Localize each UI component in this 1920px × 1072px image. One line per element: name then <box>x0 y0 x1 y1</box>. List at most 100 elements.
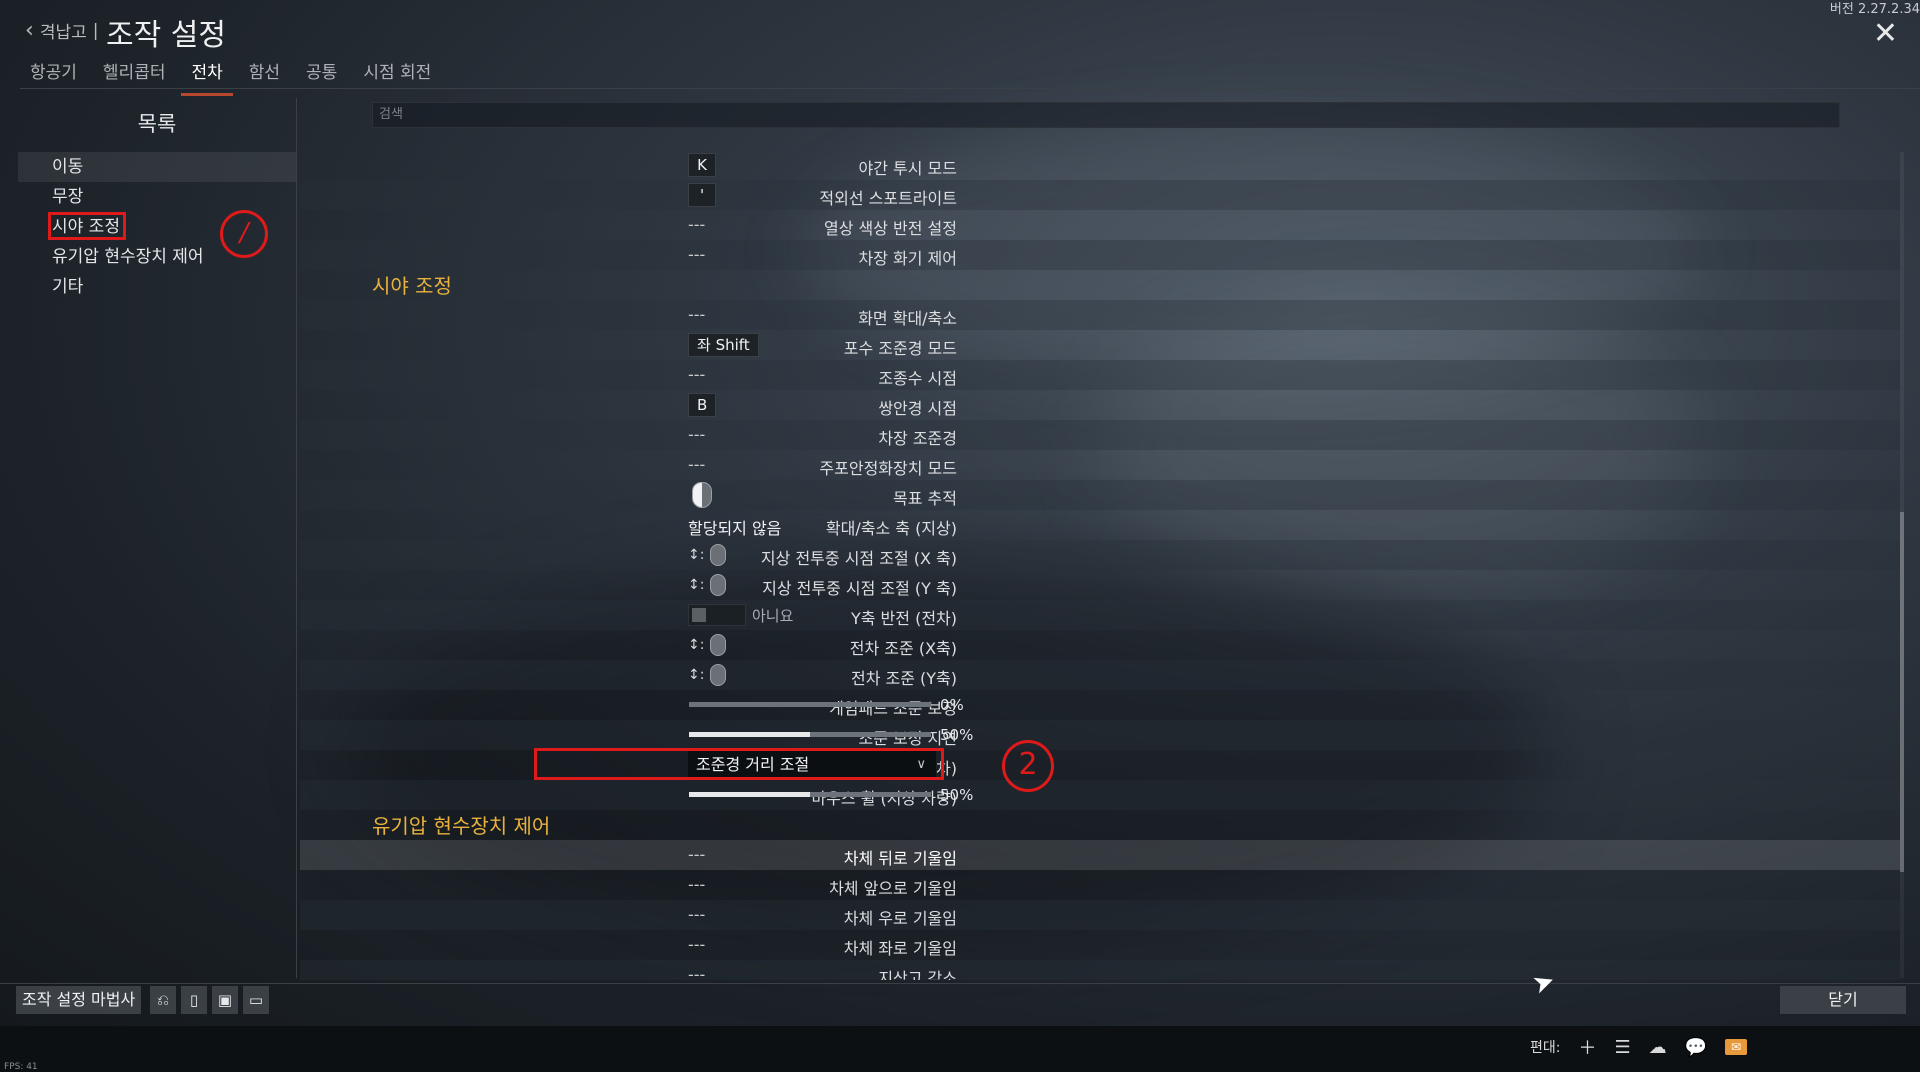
setting-row[interactable]: 차장 화기 제어 --- <box>300 240 1900 270</box>
axis-binding[interactable]: ↕: <box>688 634 727 656</box>
setting-row[interactable]: 확대/축소 축 (지상) 할당되지 않음 <box>300 510 1900 540</box>
open-folder-icon[interactable]: ▭ <box>243 986 269 1014</box>
setting-value[interactable]: --- <box>688 455 705 474</box>
gamepad-aim-slider[interactable] <box>689 702 931 707</box>
axis-binding[interactable]: ↕: <box>688 574 727 596</box>
setting-label: 마우스 휠 (지상 차량) <box>811 789 957 808</box>
setting-value[interactable]: --- <box>688 245 705 264</box>
setting-value[interactable]: --- <box>688 845 705 864</box>
mail-icon[interactable]: ✉ <box>1725 1039 1748 1055</box>
setting-row[interactable]: 목표 추적 <box>300 480 1900 510</box>
setting-label: 차체 우로 기울임 <box>843 909 957 928</box>
invert-y-toggle[interactable] <box>688 604 746 626</box>
back-label: 격납고 <box>39 23 87 43</box>
aim-delay-slider[interactable] <box>689 732 931 737</box>
setting-value[interactable]: --- <box>688 965 705 980</box>
setting-label: Y축 반전 (전차) <box>850 609 957 628</box>
setting-row[interactable]: 조종수 시점 --- <box>300 360 1900 390</box>
setting-label: 화면 확대/축소 <box>858 309 957 328</box>
setting-label: 조종수 시점 <box>878 369 957 388</box>
setting-label: 주포안정화장치 모드 <box>819 459 957 478</box>
setting-row[interactable]: 지상 전투중 시점 조절 (X 축) ↕: <box>300 540 1900 570</box>
setting-value[interactable]: --- <box>688 905 705 924</box>
tab-tank[interactable]: 전차 <box>181 56 233 96</box>
scrollbar[interactable] <box>1900 152 1904 978</box>
setting-row[interactable]: Y축 반전 (전차) 아니요 <box>300 600 1900 630</box>
setting-row[interactable]: 전차 조준 (Y축) ↕: <box>300 660 1900 690</box>
setting-label: 확대/축소 축 (지상) <box>825 519 957 538</box>
sidebar-item-other[interactable]: 기타 <box>18 272 296 302</box>
setting-row[interactable]: 차체 뒤로 기울임 --- <box>300 840 1900 870</box>
back-button[interactable]: ‹ 격납고 | <box>25 18 98 43</box>
new-file-icon[interactable]: ▯ <box>181 986 207 1014</box>
setting-label: 지상 전투중 시점 조절 (X 축) <box>760 549 957 568</box>
setting-row[interactable]: 차장 조준경 --- <box>300 420 1900 450</box>
setting-row[interactable]: 마우스 휠 (지상 차량) 50% <box>300 780 1900 810</box>
setting-value[interactable]: --- <box>688 305 705 324</box>
key-binding[interactable]: 좌 Shift <box>688 333 759 357</box>
setting-row[interactable]: 마우스 휠 (전차) 조준경 거리 조절 ∨ <box>300 748 1900 780</box>
tab-common[interactable]: 공통 <box>296 56 347 96</box>
setting-label: 게임패드 조준 보정 <box>829 699 957 718</box>
setting-row[interactable]: 야간 투시 모드 K <box>300 150 1900 180</box>
setting-row[interactable]: 차체 앞으로 기울임 --- <box>300 870 1900 900</box>
toggle-label: 아니요 <box>752 607 794 625</box>
setting-value[interactable]: --- <box>688 875 705 894</box>
setting-row[interactable]: 쌍안경 시점 B <box>300 390 1900 420</box>
axis-text: ↕: <box>688 637 705 653</box>
setting-label: 쌍안경 시점 <box>878 399 957 418</box>
search-input[interactable]: 검색 <box>372 102 1840 128</box>
close-button[interactable]: 닫기 <box>1780 986 1906 1014</box>
reset-icon[interactable]: ⎌ <box>150 986 176 1014</box>
friends-icon[interactable]: ☁ <box>1649 1037 1667 1058</box>
setting-value[interactable]: 할당되지 않음 <box>688 515 781 539</box>
save-icon[interactable]: ▣ <box>212 986 238 1014</box>
setting-row[interactable]: 열상 색상 반전 설정 --- <box>300 210 1900 240</box>
tab-view-rotation[interactable]: 시점 회전 <box>353 56 441 96</box>
setting-value[interactable]: --- <box>688 215 705 234</box>
sidebar-item-armament[interactable]: 무장 <box>18 182 296 212</box>
sidebar-item-movement[interactable]: 이동 <box>18 152 296 182</box>
setting-label: 지상고 감소 <box>878 969 957 980</box>
controls-wizard-button[interactable]: 조작 설정 마법사 <box>16 986 142 1014</box>
close-icon[interactable]: ✕ <box>1873 16 1898 51</box>
setting-row[interactable]: 지상 전투중 시점 조절 (Y 축) ↕: <box>300 570 1900 600</box>
axis-text: ↕: <box>688 667 705 683</box>
setting-row[interactable]: 차체 좌로 기울임 --- <box>300 930 1900 960</box>
setting-value[interactable]: --- <box>688 365 705 384</box>
setting-row[interactable]: 전차 조준 (X축) ↕: <box>300 630 1900 660</box>
mouse-left-button-icon[interactable] <box>692 482 712 508</box>
axis-binding[interactable]: ↕: <box>688 664 727 686</box>
setting-value[interactable]: --- <box>688 425 705 444</box>
slider-value: 50% <box>940 786 974 804</box>
axis-binding[interactable]: ↕: <box>688 544 727 566</box>
setting-label: 목표 추적 <box>893 489 957 508</box>
sidebar-heading: 목록 <box>137 112 177 136</box>
mouse-wheel-ground-slider[interactable] <box>689 792 931 797</box>
key-binding[interactable]: K <box>688 153 716 177</box>
scrollbar-thumb[interactable] <box>1900 512 1904 872</box>
chat-icon[interactable]: 💬 <box>1685 1037 1707 1058</box>
setting-label: 열상 색상 반전 설정 <box>823 219 957 238</box>
setting-row[interactable]: 게임패드 조준 보정 0% <box>300 690 1900 720</box>
plus-icon[interactable]: ＋ <box>1578 1034 1596 1060</box>
list-icon[interactable]: ☰ <box>1614 1037 1630 1058</box>
slider-value: 50% <box>940 726 974 744</box>
setting-row[interactable]: 화면 확대/축소 --- <box>300 300 1900 330</box>
setting-label: 차체 앞으로 기울임 <box>829 879 957 898</box>
setting-row[interactable]: 주포안정화장치 모드 --- <box>300 450 1900 480</box>
tab-aircraft[interactable]: 항공기 <box>20 56 87 96</box>
slider-value: 0% <box>940 696 964 714</box>
setting-row[interactable]: 차체 우로 기울임 --- <box>300 900 1900 930</box>
tab-ship[interactable]: 함선 <box>239 56 290 96</box>
key-binding[interactable]: B <box>688 393 717 417</box>
setting-value[interactable]: --- <box>688 935 705 954</box>
bottom-toolbar: 조작 설정 마법사 ⎌ ▯ ▣ ▭ 닫기 <box>0 983 1920 1024</box>
status-bar: FPS: 41 편대: ＋ ☰ ☁ 💬 ✉ <box>0 1026 1920 1072</box>
setting-row[interactable]: 지상고 감소 --- <box>300 960 1900 980</box>
setting-row[interactable]: 조준 보정 지연 50% <box>300 720 1900 750</box>
tab-helicopter[interactable]: 헬리콥터 <box>93 56 176 96</box>
setting-row[interactable]: 포수 조준경 모드 좌 Shift <box>300 330 1900 360</box>
key-binding[interactable]: ' <box>688 183 716 207</box>
setting-row[interactable]: 적외선 스포트라이트 ' <box>300 180 1900 210</box>
